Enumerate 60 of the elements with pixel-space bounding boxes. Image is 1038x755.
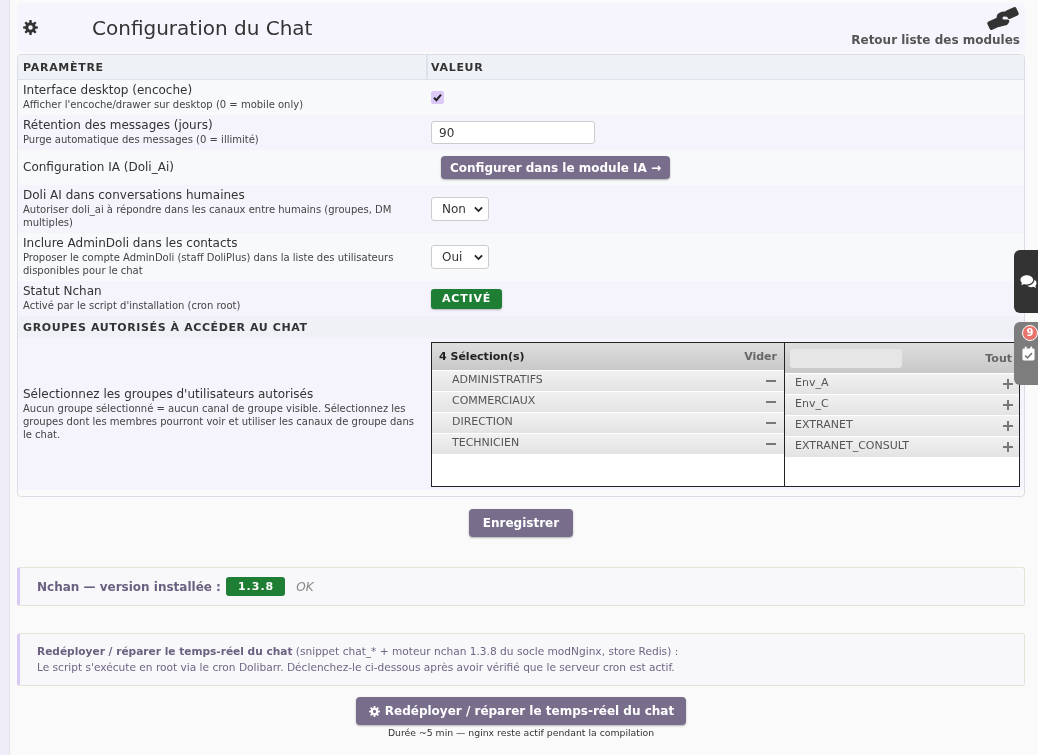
select-all-link[interactable]: Tout xyxy=(985,351,1012,365)
settings-icon xyxy=(23,20,38,35)
minus-icon xyxy=(766,422,776,424)
version-label: Nchan — version installée : xyxy=(37,579,221,594)
plus-icon xyxy=(1003,421,1013,431)
column-header: VALEUR xyxy=(426,55,1024,80)
back-link[interactable]: Retour liste des modules xyxy=(851,33,1020,47)
calendar-check-icon xyxy=(1021,346,1035,361)
chevron-down-icon xyxy=(474,253,483,261)
minus-icon xyxy=(766,401,776,403)
plus-icon xyxy=(1003,379,1013,389)
param-description: Autoriser doli_ai à répondre dans les canaux entre humains (groupes, DM multiples) xyxy=(23,203,393,229)
column-header: PARAMÈTRE xyxy=(18,55,426,80)
available-group-item[interactable]: EXTRANET xyxy=(785,416,1019,436)
chat-tab[interactable] xyxy=(1014,250,1038,313)
chat-bubbles-icon xyxy=(1019,274,1037,289)
param-label: Statut Nchan xyxy=(23,284,103,299)
section-header: GROUPES AUTORISÉS À ACCÉDER AU CHAT xyxy=(18,316,1024,338)
minus-icon xyxy=(766,380,776,382)
select-field[interactable]: Oui xyxy=(431,245,489,269)
param-label: Interface desktop (encoche) xyxy=(23,83,194,98)
selected-group-item[interactable]: DIRECTION xyxy=(432,413,784,433)
selected-group-item[interactable]: COMMERCIAUX xyxy=(432,392,784,412)
plus-icon xyxy=(1003,442,1013,452)
param-label: Sélectionnez les groupes d'utilisateurs autorisés xyxy=(23,386,315,402)
plus-icon xyxy=(1003,400,1013,410)
select-field[interactable]: Non xyxy=(431,197,489,221)
param-description: Aucun groupe sélectionné = aucun canal de groupe visible. Sélectionnez les groupes dont les membres pourront voir et utiliser les canaux de groupe dans le chat. xyxy=(23,401,415,441)
page-title: Configuration du Chat xyxy=(92,15,313,40)
available-group-item[interactable]: EXTRANET_CONSULT xyxy=(785,437,1019,457)
handshake-icon[interactable] xyxy=(987,7,1019,30)
chevron-down-icon xyxy=(474,205,483,213)
settings-icon xyxy=(368,705,380,717)
param-description: Proposer le compte AdminDoli (staff DoliPlus) dans la liste des utilisateurs disponibles pour le chat xyxy=(23,251,395,277)
status-badge: ACTIVÉ xyxy=(431,288,502,309)
checkbox[interactable] xyxy=(431,91,444,104)
minus-icon xyxy=(766,443,776,445)
configure-button[interactable]: Configurer dans le module IA → xyxy=(441,156,671,179)
notification-badge: 9 xyxy=(1022,325,1038,341)
param-label: Doli AI dans conversations humaines xyxy=(23,188,246,203)
available-group-item[interactable]: Env_C xyxy=(785,395,1019,415)
duration-note: Durée ~5 min — nginx reste actif pendant la compilation xyxy=(387,727,655,739)
param-description: Afficher l'encoche/drawer sur desktop (0 = mobile only) xyxy=(23,98,305,111)
selected-group-item[interactable]: TECHNICIEN xyxy=(432,434,784,454)
selected-group-item[interactable]: ADMINISTRATIFS xyxy=(432,371,784,391)
redeploy-button[interactable]: Redéployer / réparer le temps-réel du chat xyxy=(355,697,687,725)
status-text: OK xyxy=(296,579,314,594)
clear-link[interactable]: Vider xyxy=(744,350,777,363)
search-field[interactable] xyxy=(790,348,902,368)
selection-count: 4 Sélection(s) xyxy=(439,350,525,363)
available-group-item[interactable]: Env_A xyxy=(785,374,1019,394)
param-label: Rétention des messages (jours) xyxy=(23,118,214,133)
input-field[interactable]: 90 xyxy=(431,121,595,144)
param-label: Inclure AdminDoli dans les contacts xyxy=(23,236,239,251)
param-label: Configuration IA (Doli_Ai) xyxy=(23,159,175,175)
param-description: Activé par le script d'installation (cron root) xyxy=(23,299,242,312)
save-button[interactable]: Enregistrer xyxy=(468,509,574,537)
notice-text: Redéployer / réparer le temps-réel du chat (snippet chat_* + moteur nchan 1.3.8 du socle modNginx, store Redis) : Le script s'exécute en root via le cron Dolibarr. Déclenchez-le ci-dessous après avoir vérifié que le serveur cron est actif. xyxy=(37,644,680,675)
param-description: Purge automatique des messages (0 = illimité) xyxy=(23,133,260,146)
version-badge: 1.3.8 xyxy=(225,577,286,596)
